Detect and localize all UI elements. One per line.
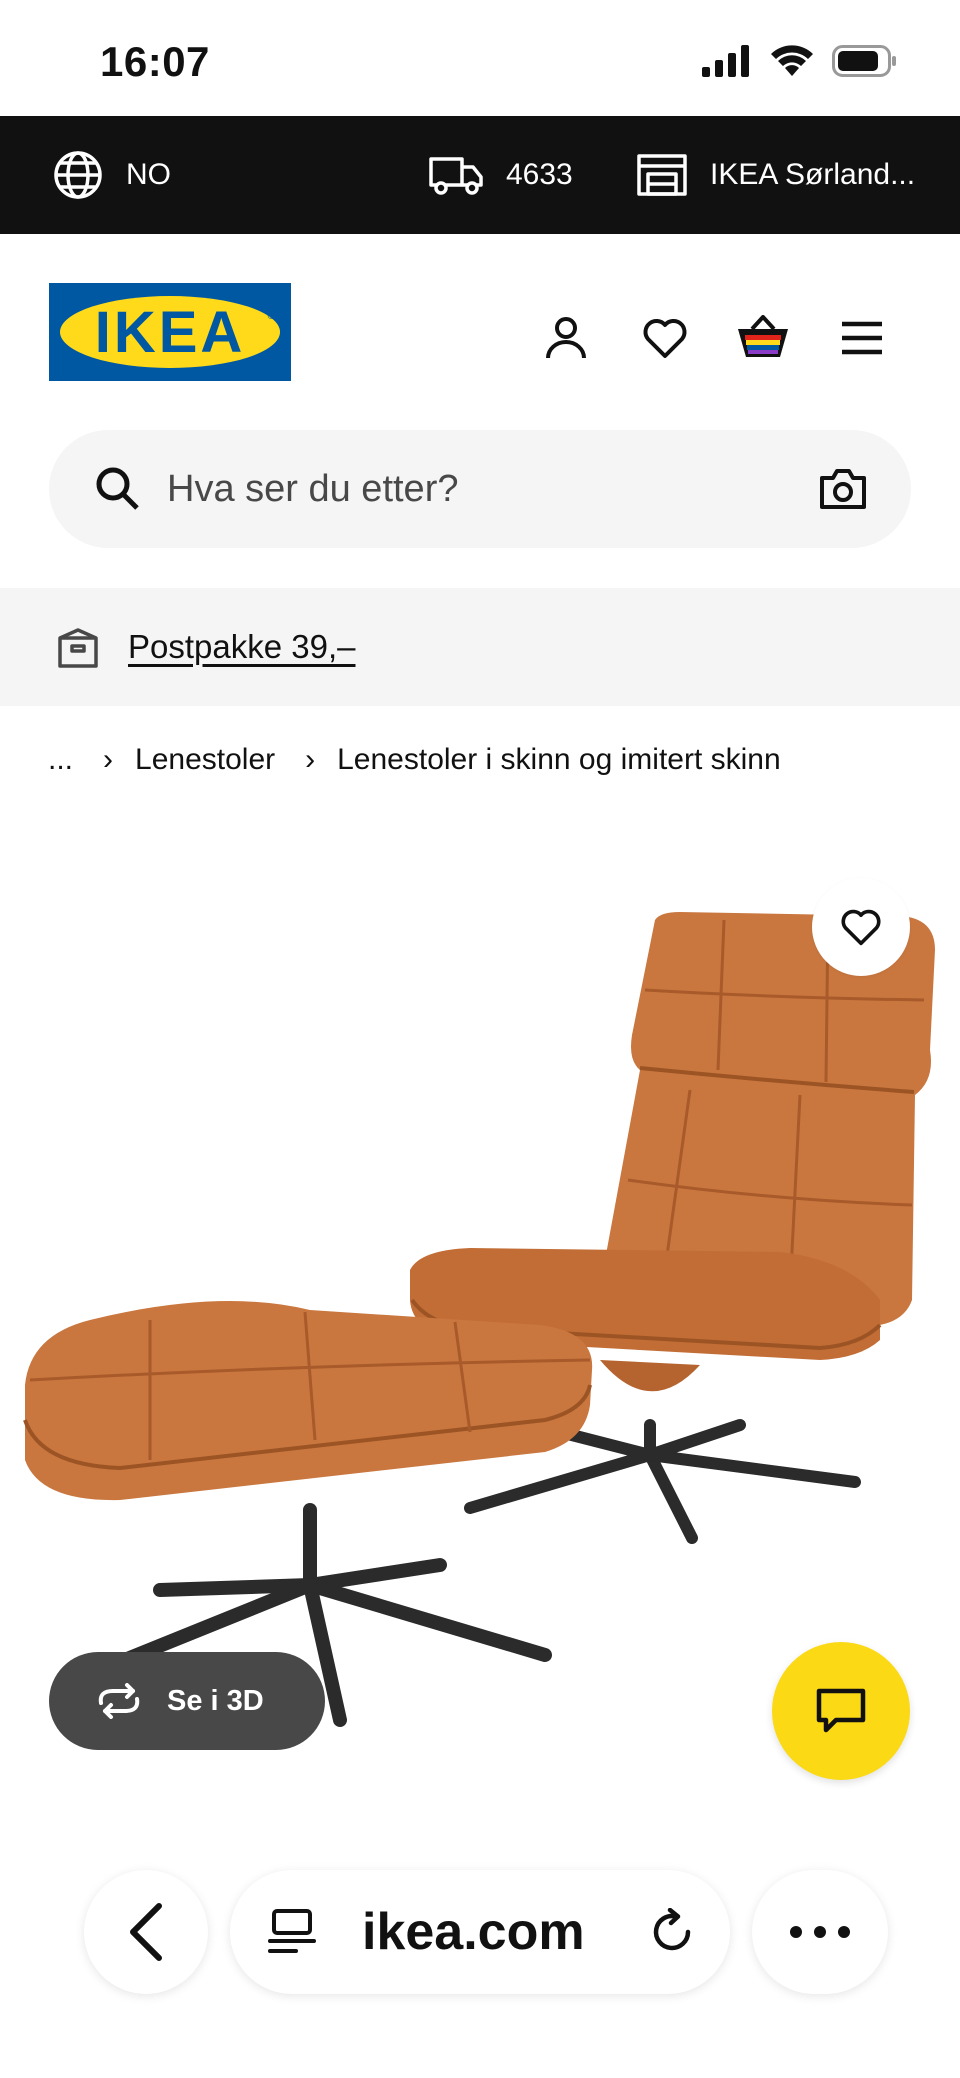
chat-bubble-icon (816, 1688, 866, 1733)
top-utility-bar: NO 4633 IKEA Sørland... (0, 116, 960, 234)
shopping-bag-icon (738, 315, 788, 357)
ikea-logo[interactable]: IKEA ® (49, 283, 291, 381)
page-menu-icon (268, 1909, 316, 1953)
view-in-3d-label: Se i 3D (167, 1684, 264, 1717)
add-to-favourites-button[interactable] (812, 878, 910, 976)
more-dots-icon (838, 1926, 850, 1938)
footstool-cushion (25, 1301, 593, 1501)
breadcrumb-item-lenestoler[interactable]: Lenestoler (135, 743, 275, 777)
battery-icon (832, 45, 896, 77)
heart-icon (643, 319, 687, 358)
status-time: 16:07 (100, 38, 210, 85)
delivery-offer-link[interactable]: Postpakke 39,– (128, 588, 356, 706)
browser-url: ikea.com (362, 1903, 585, 1961)
view-in-3d-button[interactable]: Se i 3D (49, 1652, 325, 1750)
reload-icon[interactable] (648, 1908, 696, 1956)
search-icon (96, 467, 139, 510)
globe-icon (54, 151, 102, 199)
breadcrumb-item-leather-armchairs[interactable]: Lenestoler i skinn og imitert skinn (337, 743, 781, 777)
menu-button[interactable] (834, 310, 890, 366)
status-bar: 16:07 (0, 0, 960, 116)
postcode-label: 4633 (506, 158, 573, 191)
delivery-postcode[interactable]: 4633 (428, 116, 573, 234)
account-button[interactable] (538, 310, 594, 366)
chevron-right-icon: › (305, 743, 316, 776)
delivery-banner: Postpakke 39,– (0, 588, 960, 706)
browser-back-button[interactable] (84, 1870, 208, 1994)
rotate-3d-icon (98, 1683, 140, 1719)
store-icon (637, 154, 687, 196)
wifi-icon (771, 45, 813, 76)
language-label: NO (126, 158, 171, 191)
cart-button[interactable] (735, 310, 791, 366)
more-dots-icon (814, 1926, 826, 1938)
chat-button[interactable] (772, 1642, 910, 1780)
store-label: IKEA Sørland... (710, 158, 916, 191)
browser-address-bar[interactable]: ikea.com (230, 1870, 730, 1994)
search-bar[interactable] (49, 430, 911, 548)
site-header: IKEA ® (0, 234, 960, 404)
person-icon (546, 317, 586, 359)
chevron-right-icon: › (103, 743, 114, 776)
browser-more-button[interactable] (752, 1870, 888, 1994)
search-input[interactable] (167, 430, 767, 548)
favourites-button[interactable] (637, 310, 693, 366)
status-icons (702, 44, 898, 78)
truck-icon (429, 157, 483, 195)
parcel-box-icon (58, 628, 98, 668)
language-selector[interactable]: NO (52, 116, 171, 234)
chevron-left-icon (130, 1903, 162, 1961)
more-dots-icon (790, 1926, 802, 1938)
heart-icon (841, 909, 881, 946)
breadcrumb-ellipsis[interactable]: ... (48, 743, 73, 777)
camera-icon[interactable] (819, 468, 867, 510)
logo-text: IKEA (94, 299, 246, 365)
signal-icon (702, 45, 749, 77)
hamburger-menu-icon (842, 321, 882, 355)
logo-registered-mark: ® (267, 311, 275, 322)
store-selector[interactable]: IKEA Sørland... (636, 116, 915, 234)
breadcrumb: ... › Lenestoler › Lenestoler i skinn og… (48, 738, 781, 782)
